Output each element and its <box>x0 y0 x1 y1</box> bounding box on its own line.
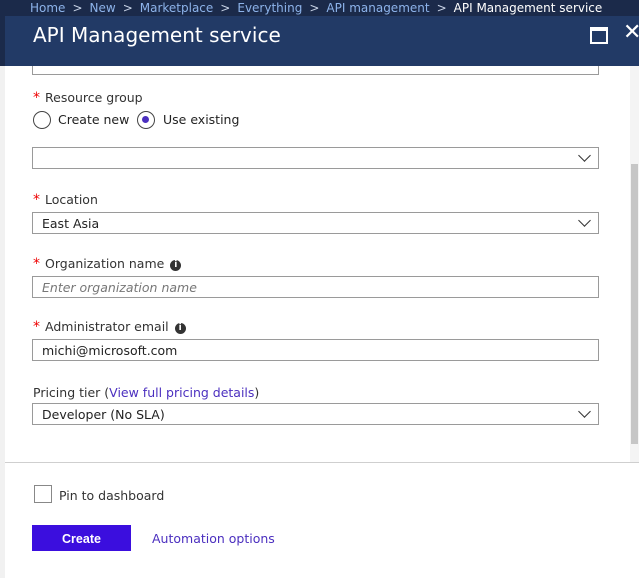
breadcrumb-everything[interactable]: Everything <box>237 1 302 15</box>
breadcrumb-separator: > <box>309 1 320 15</box>
pricing-tier-prefix: Pricing tier ( <box>33 385 110 400</box>
admin-email-value: michi@microsoft.com <box>42 343 178 358</box>
organization-name-placeholder: Enter organization name <box>42 280 197 295</box>
breadcrumb-marketplace[interactable]: Marketplace <box>140 1 214 15</box>
maximize-icon[interactable] <box>590 27 608 44</box>
location-value: East Asia <box>42 216 100 231</box>
admin-email-input[interactable]: michi@microsoft.com <box>32 339 599 361</box>
organization-name-input[interactable]: Enter organization name <box>32 276 599 298</box>
form-scroll-area[interactable]: * Resource group Create new Use existing … <box>5 66 629 462</box>
pin-to-dashboard-checkbox[interactable] <box>34 485 52 503</box>
breadcrumb-separator: > <box>220 1 231 15</box>
resource-group-label: * Resource group <box>33 90 143 106</box>
pricing-details-link[interactable]: View full pricing details <box>109 385 254 400</box>
breadcrumb-api-management[interactable]: API management <box>326 1 429 15</box>
required-marker: * <box>33 256 40 272</box>
close-icon[interactable]: ✕ <box>623 20 639 46</box>
radio-use-existing-circle[interactable] <box>137 111 155 129</box>
resource-group-select[interactable] <box>32 147 599 169</box>
breadcrumb-separator: > <box>122 1 133 15</box>
blade-title: API Management service <box>33 23 281 47</box>
pin-to-dashboard-label[interactable]: Pin to dashboard <box>59 488 164 503</box>
location-label-text: Location <box>45 192 98 207</box>
admin-email-label: * Administrator email i <box>33 319 186 335</box>
breadcrumb-home[interactable]: Home <box>30 1 65 15</box>
chevron-down-icon <box>578 214 591 227</box>
pricing-tier-select[interactable]: Developer (No SLA) <box>32 403 599 425</box>
pricing-tier-suffix: ) <box>254 385 260 400</box>
radio-use-existing-label: Use existing <box>163 112 240 127</box>
create-button[interactable]: Create <box>32 525 131 551</box>
breadcrumb-separator: > <box>72 1 83 15</box>
info-icon[interactable]: i <box>174 323 186 334</box>
footer-divider <box>5 462 639 463</box>
top-bar: Home > New > Marketplace > Everything > API mana… <box>0 0 639 66</box>
required-marker: * <box>33 192 40 208</box>
breadcrumb: Home > New > Marketplace > Everything > API mana… <box>30 0 602 16</box>
location-select[interactable]: East Asia <box>32 212 599 234</box>
breadcrumb-current: API Management service <box>453 1 603 15</box>
location-label: * Location <box>33 192 98 208</box>
pricing-tier-value: Developer (No SLA) <box>42 407 165 422</box>
radio-create-new-circle[interactable] <box>33 111 51 129</box>
chevron-down-icon <box>578 405 591 418</box>
pricing-tier-label: Pricing tier (View full pricing details) <box>33 385 259 400</box>
blade-header: API Management service ✕ <box>5 16 639 66</box>
breadcrumb-separator: > <box>436 1 447 15</box>
resource-group-label-text: Resource group <box>45 90 143 105</box>
breadcrumb-new[interactable]: New <box>90 1 116 15</box>
organization-name-label-text: Organization name <box>45 256 165 271</box>
scrollbar-thumb[interactable] <box>631 164 638 444</box>
admin-email-label-text: Administrator email <box>45 319 169 334</box>
chevron-down-icon <box>578 149 591 162</box>
scrollbar[interactable] <box>630 66 639 462</box>
required-marker: * <box>33 319 40 335</box>
organization-name-label: * Organization name i <box>33 256 182 272</box>
info-icon[interactable]: i <box>170 260 182 271</box>
radio-create-new-label: Create new <box>58 112 130 127</box>
automation-options-link[interactable]: Automation options <box>152 531 275 546</box>
blade-body: * Resource group Create new Use existing … <box>5 66 639 578</box>
required-marker: * <box>33 90 40 106</box>
previous-field[interactable] <box>32 66 599 75</box>
